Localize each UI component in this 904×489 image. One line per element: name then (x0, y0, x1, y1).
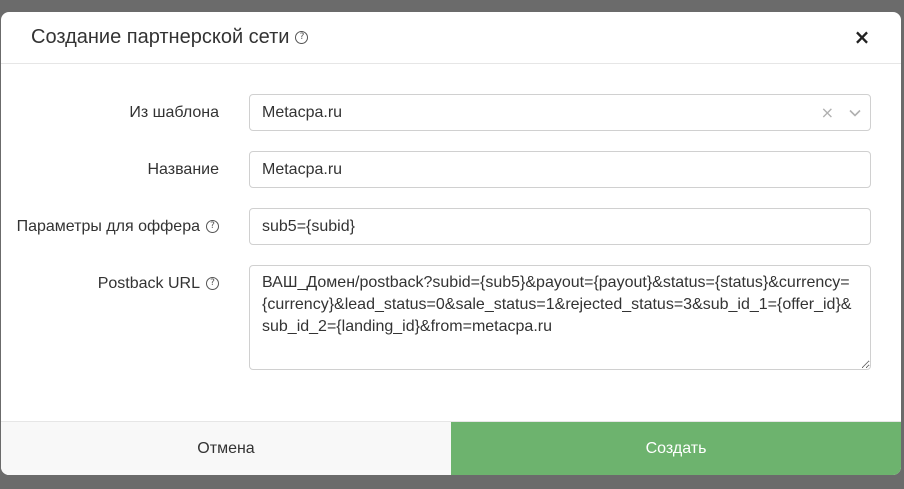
modal-header: Создание партнерской сети? × (1, 12, 901, 64)
modal-title-text: Создание партнерской сети (31, 26, 290, 48)
form-row-name: Название (1, 151, 901, 188)
clear-icon[interactable]: × (821, 103, 834, 122)
template-select[interactable]: Metacpa.ru × (249, 94, 871, 131)
cancel-button[interactable]: Отмена (1, 422, 451, 475)
name-label-text: Название (147, 160, 220, 178)
form-row-offer-params: Параметры для оффера ? (1, 208, 901, 245)
close-button[interactable]: × (851, 25, 873, 49)
template-label-text: Из шаблона (129, 103, 219, 121)
offer-params-input[interactable] (249, 208, 871, 245)
offer-params-label: Параметры для оффера ? (1, 208, 249, 245)
create-affiliate-network-modal: Создание партнерской сети? × Из шаблона … (1, 12, 901, 475)
create-button[interactable]: Создать (451, 422, 901, 475)
template-select-value: Metacpa.ru (262, 103, 343, 121)
postback-label-text: Postback URL (97, 274, 200, 292)
template-label: Из шаблона (1, 94, 249, 131)
postback-help-icon[interactable]: ? (206, 277, 219, 290)
offer-params-help-icon[interactable]: ? (206, 220, 219, 233)
postback-label: Postback URL ? (1, 265, 249, 302)
modal-title: Создание партнерской сети? (31, 26, 309, 49)
help-icon[interactable]: ? (295, 31, 309, 45)
offer-params-label-text: Параметры для оффера (16, 217, 200, 235)
select-controls: × (821, 103, 862, 122)
modal-footer: Отмена Создать (1, 421, 901, 475)
form-row-postback: Postback URL ? ВАШ_Домен/postback?subid=… (1, 265, 901, 370)
chevron-down-icon[interactable] (848, 106, 862, 120)
modal-body: Из шаблона Metacpa.ru × Название Парамет… (1, 64, 901, 370)
name-label: Название (1, 151, 249, 188)
form-row-template: Из шаблона Metacpa.ru × (1, 94, 901, 131)
name-input[interactable] (249, 151, 871, 188)
postback-url-textarea[interactable]: ВАШ_Домен/postback?subid={sub5}&payout={… (249, 265, 871, 370)
